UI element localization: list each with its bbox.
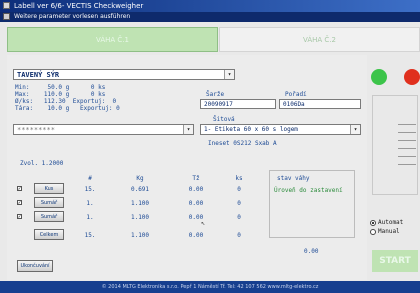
- col-header-ks: ks: [235, 175, 243, 182]
- finish-button[interactable]: Ukončuvání: [17, 260, 53, 272]
- product-info-tare: Tára: 10.0 g Exportuj: 0: [15, 105, 120, 112]
- sumar-button[interactable]: Sumář: [34, 211, 64, 222]
- row-ks: 0: [237, 186, 241, 193]
- row-kg: 1.100: [130, 232, 150, 239]
- tab-scale-2[interactable]: VÁHA Č.2: [219, 27, 420, 52]
- row-kg: 0.691: [130, 186, 150, 193]
- window-title: Labell ver 6/6- VECTIS Checkweigher: [14, 2, 144, 10]
- row-count: 15.: [84, 232, 96, 239]
- secondary-select[interactable]: ********* ▾: [13, 124, 194, 135]
- status-red-indicator: [404, 69, 420, 85]
- app-icon: [3, 2, 10, 9]
- gauge-tick: [398, 140, 416, 141]
- status-green-indicator: [371, 69, 387, 85]
- mode-manual-radio[interactable]: [370, 229, 376, 235]
- row-checkbox[interactable]: ✓: [17, 186, 22, 192]
- col-header-kg: Kg: [136, 175, 144, 182]
- mode-manual-label: Manual: [378, 228, 400, 235]
- status-bar: © 2014 MLTG Elektronika s.r.o. Pepř 1 Ná…: [0, 281, 420, 293]
- product-info-avg: Ø/ks: 112.30 Exportuj: 0: [15, 98, 117, 105]
- product-info-max: Max: 110.0 g 0 ks: [15, 91, 106, 98]
- row-count: 1.: [86, 214, 94, 221]
- weigh-info: Zvol. 1.2000: [20, 160, 64, 167]
- scale-gauge: [372, 95, 418, 195]
- window-titlebar: Labell ver 6/6- VECTIS Checkweigher: [0, 0, 420, 12]
- row-tz: 0.00: [188, 186, 204, 193]
- menu-item[interactable]: Weitere parameter vorlesen ausführen: [14, 13, 130, 20]
- kus-button[interactable]: Kus: [34, 183, 64, 194]
- product-select[interactable]: TAVENÝ SÝR ▾: [13, 69, 235, 80]
- chevron-down-icon: ▾: [224, 70, 234, 79]
- label-template-select[interactable]: 1- Etiketa 60 x 60 s logem ▾: [200, 124, 361, 135]
- col-header-tz: Tž: [192, 175, 200, 182]
- notes-title: stav váhy: [277, 175, 310, 182]
- secondary-select-value: *********: [17, 126, 55, 134]
- chevron-down-icon: ▾: [183, 125, 193, 134]
- row-checkbox[interactable]: ✓: [17, 200, 22, 206]
- row-count: 1.: [86, 200, 94, 207]
- lot-label: Šarže: [206, 91, 225, 98]
- row-tz: 0.00: [188, 214, 204, 221]
- order-input[interactable]: 0106Da: [279, 99, 361, 109]
- start-button[interactable]: START: [372, 250, 418, 272]
- label-template-label: Šitová: [213, 116, 235, 123]
- notes-text: Úroveň do zastavení: [274, 187, 343, 194]
- order-label: Pořadí: [285, 91, 307, 98]
- label-template-value: 1- Etiketa 60 x 60 s logem: [204, 126, 298, 133]
- gauge-tick: [398, 164, 416, 165]
- menu-bar: Weitere parameter vorlesen ausführen: [0, 12, 420, 22]
- tab-scale-1[interactable]: VÁHA Č.1: [7, 27, 218, 52]
- gauge-tick: [398, 124, 416, 125]
- row-tz: 0.00: [188, 232, 204, 239]
- status-notes-box: stav váhy Úroveň do zastavení: [269, 170, 355, 238]
- barcode-info: Ineset 0S212 Sxab A: [208, 140, 277, 147]
- row-ks: 0: [237, 232, 241, 239]
- row-ks: 0: [237, 200, 241, 207]
- document-icon: [3, 13, 10, 20]
- row-count: 15.: [84, 186, 96, 193]
- celkem-button[interactable]: Celkem: [34, 229, 64, 240]
- row-kg: 1.100: [130, 200, 150, 207]
- gauge-tick: [398, 132, 416, 133]
- gauge-tick: [398, 148, 416, 149]
- gauge-tick: [398, 156, 416, 157]
- mode-automat-label: Automat: [378, 219, 404, 226]
- mouse-cursor-icon: ↖: [201, 219, 206, 227]
- lot-input[interactable]: 20090917: [200, 99, 276, 109]
- sumar-button[interactable]: Sumář: [34, 197, 64, 208]
- row-ks: 0: [237, 214, 241, 221]
- mode-automat-radio[interactable]: [370, 220, 376, 226]
- product-select-value: TAVENÝ SÝR: [17, 71, 60, 79]
- col-header-count: #: [88, 175, 92, 182]
- row-checkbox[interactable]: ✓: [17, 214, 22, 220]
- product-info-min: Min: 50.0 g 0 ks: [15, 84, 106, 91]
- row-tz: 0.00: [188, 200, 204, 207]
- row-kg: 1.100: [130, 214, 150, 221]
- small-value: 0.00: [304, 248, 319, 255]
- chevron-down-icon: ▾: [350, 125, 360, 134]
